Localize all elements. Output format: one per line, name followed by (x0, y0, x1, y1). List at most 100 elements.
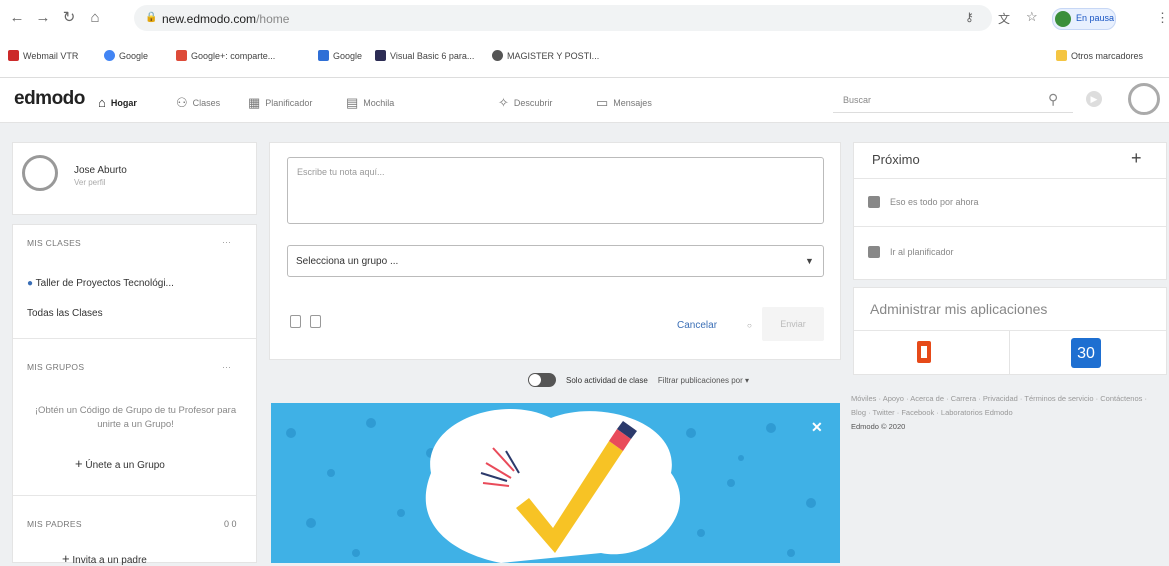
divider (854, 226, 1166, 227)
translate-icon[interactable]: 文 (998, 10, 1010, 27)
avatar[interactable] (1128, 83, 1160, 115)
reload-icon[interactable]: ↻ (60, 9, 78, 27)
invite-parent-label: Invita a un padre (72, 555, 147, 566)
office-app-icon[interactable] (917, 341, 931, 363)
bullet-icon: ● (27, 278, 34, 289)
folder-icon (1056, 50, 1067, 61)
key-icon[interactable]: ⚷ (965, 10, 974, 24)
groups-section-title: MIS GRUPOS (27, 362, 85, 372)
back-icon[interactable]: ← (8, 9, 26, 27)
class-item[interactable]: ● Taller de Proyectos Tecnológi... (27, 278, 174, 289)
lock-icon: 🔒 (145, 12, 158, 23)
menu-icon[interactable]: ⋮ (1156, 10, 1169, 26)
star-icon[interactable]: ☆ (1026, 9, 1038, 25)
bookmark-item[interactable]: Google (318, 50, 362, 61)
banner-illustration (286, 409, 816, 563)
plus-icon: + (62, 551, 70, 566)
view-profile-link[interactable]: Ver perfil (74, 178, 106, 187)
other-bookmarks-label: Otros marcadores (1071, 50, 1144, 61)
play-icon[interactable]: ▶ (1086, 91, 1102, 107)
calendar-app-icon[interactable]: 30 (1071, 338, 1101, 368)
join-group-button[interactable]: + Únete a un Grupo (75, 456, 165, 471)
nav-backpack[interactable]: ▤ Mochila (346, 95, 394, 111)
footer-link[interactable]: Blog (851, 408, 866, 417)
home-button-icon[interactable]: ⌂ (86, 9, 104, 27)
other-bookmarks[interactable]: Otros marcadores (1056, 50, 1143, 61)
nav-label: Descubrir (513, 98, 553, 108)
class-item-label: Taller de Proyectos Tecnológi... (35, 278, 174, 289)
nav-discover[interactable]: ✧ Descubrir (498, 95, 552, 111)
bookmark-label: Visual Basic 6 para... (390, 50, 475, 61)
copyright: Edmodo © 2020 (851, 422, 906, 431)
footer-link[interactable]: Apoyo (883, 394, 904, 403)
forward-icon[interactable]: → (34, 9, 52, 27)
group-select-value: Selecciona un grupo ... (296, 256, 399, 267)
classes-icon: ⚇ (176, 95, 188, 110)
profile-avatar-icon (1055, 11, 1071, 27)
footer-link[interactable]: Términos de servicio (1024, 394, 1093, 403)
planner-icon: ▦ (248, 95, 261, 110)
calendar-day: 30 (1077, 345, 1095, 362)
parents-count: 0 0 (224, 519, 237, 529)
bookmark-item[interactable]: Visual Basic 6 para... (375, 50, 474, 61)
nav-label: Mensajes (613, 98, 652, 108)
filter-dropdown[interactable]: Filtrar publicaciones por ▾ (658, 376, 749, 385)
bookmark-item[interactable]: Google+: comparte... (176, 50, 275, 61)
footer-link[interactable]: Acerca de (910, 394, 944, 403)
send-button[interactable]: Enviar (762, 307, 824, 341)
close-icon[interactable]: ✕ (811, 419, 823, 436)
all-classes-link[interactable]: Todas las Clases (27, 308, 103, 319)
bookmark-label: Google (119, 50, 149, 61)
profile-name[interactable]: Jose Aburto (74, 165, 127, 176)
chevron-down-icon: ▾ (745, 375, 750, 385)
footer-link[interactable]: Móviles (851, 394, 876, 403)
class-activity-label: Solo actividad de clase (566, 375, 648, 385)
bookmark-label: Google+: comparte... (191, 50, 276, 61)
attachment-icon[interactable] (290, 315, 301, 328)
cancel-button[interactable]: Cancelar (677, 320, 717, 331)
footer-link[interactable]: Contáctenos (1100, 394, 1142, 403)
profile-avatar[interactable] (22, 155, 58, 191)
search-icon[interactable]: ⚲ (1048, 91, 1058, 108)
nav-classes[interactable]: ⚇ Clases (176, 95, 220, 111)
library-icon[interactable] (310, 315, 321, 328)
add-upcoming-icon[interactable]: + (1131, 148, 1142, 169)
bookmark-icon (318, 50, 329, 61)
footer-link[interactable]: Laboratorios Edmodo (941, 408, 1013, 417)
profile-status-button[interactable]: En pausa (1052, 8, 1116, 30)
bookmark-item[interactable]: Google (104, 50, 148, 61)
google-icon (104, 50, 115, 61)
footer-link[interactable]: Privacidad (983, 394, 1018, 403)
groups-more-button[interactable]: ··· (222, 362, 231, 372)
divider (13, 495, 256, 496)
url-text[interactable]: new.edmodo.com/home (162, 12, 289, 26)
classes-section-title: MIS CLASES (27, 238, 82, 248)
feed-filter-bar: Solo actividad de clase Filtrar publicac… (528, 370, 749, 390)
footer-link[interactable]: Twitter (873, 408, 895, 417)
separator-dot: ○ (747, 321, 752, 330)
bookmark-item[interactable]: Webmail VTR (8, 50, 78, 61)
logo[interactable]: edmodo (14, 88, 85, 110)
bookmark-item[interactable]: MAGISTER Y POSTI... (492, 50, 599, 61)
home-icon: ⌂ (98, 95, 106, 110)
url-host: new.edmodo.com (162, 12, 257, 26)
nav-label: Clases (192, 98, 221, 108)
class-activity-toggle[interactable] (528, 373, 556, 387)
classes-more-button[interactable]: ··· (222, 237, 231, 247)
divider (1009, 331, 1010, 374)
planner-link[interactable]: Ir al planificador (868, 246, 954, 258)
nav-planner[interactable]: ▦ Planificador (248, 95, 312, 111)
manage-apps-title[interactable]: Administrar mis aplicaciones (870, 301, 1047, 317)
profile-status-label: En pausa (1076, 13, 1115, 23)
plus-icon: + (75, 456, 83, 471)
nav-messages[interactable]: ▭ Mensajes (596, 95, 652, 111)
bookmark-label: MAGISTER Y POSTI... (507, 50, 600, 61)
discover-icon: ✧ (498, 95, 509, 110)
footer-link[interactable]: Facebook (901, 408, 934, 417)
bookmark-icon (375, 50, 386, 61)
nav-home[interactable]: ⌂ Hogar (98, 95, 137, 110)
backpack-icon: ▤ (346, 95, 359, 110)
footer-link[interactable]: Carrera (951, 394, 976, 403)
note-placeholder: Escribe tu nota aquí... (297, 167, 385, 177)
invite-parent-button[interactable]: + Invita a un padre (62, 551, 147, 566)
